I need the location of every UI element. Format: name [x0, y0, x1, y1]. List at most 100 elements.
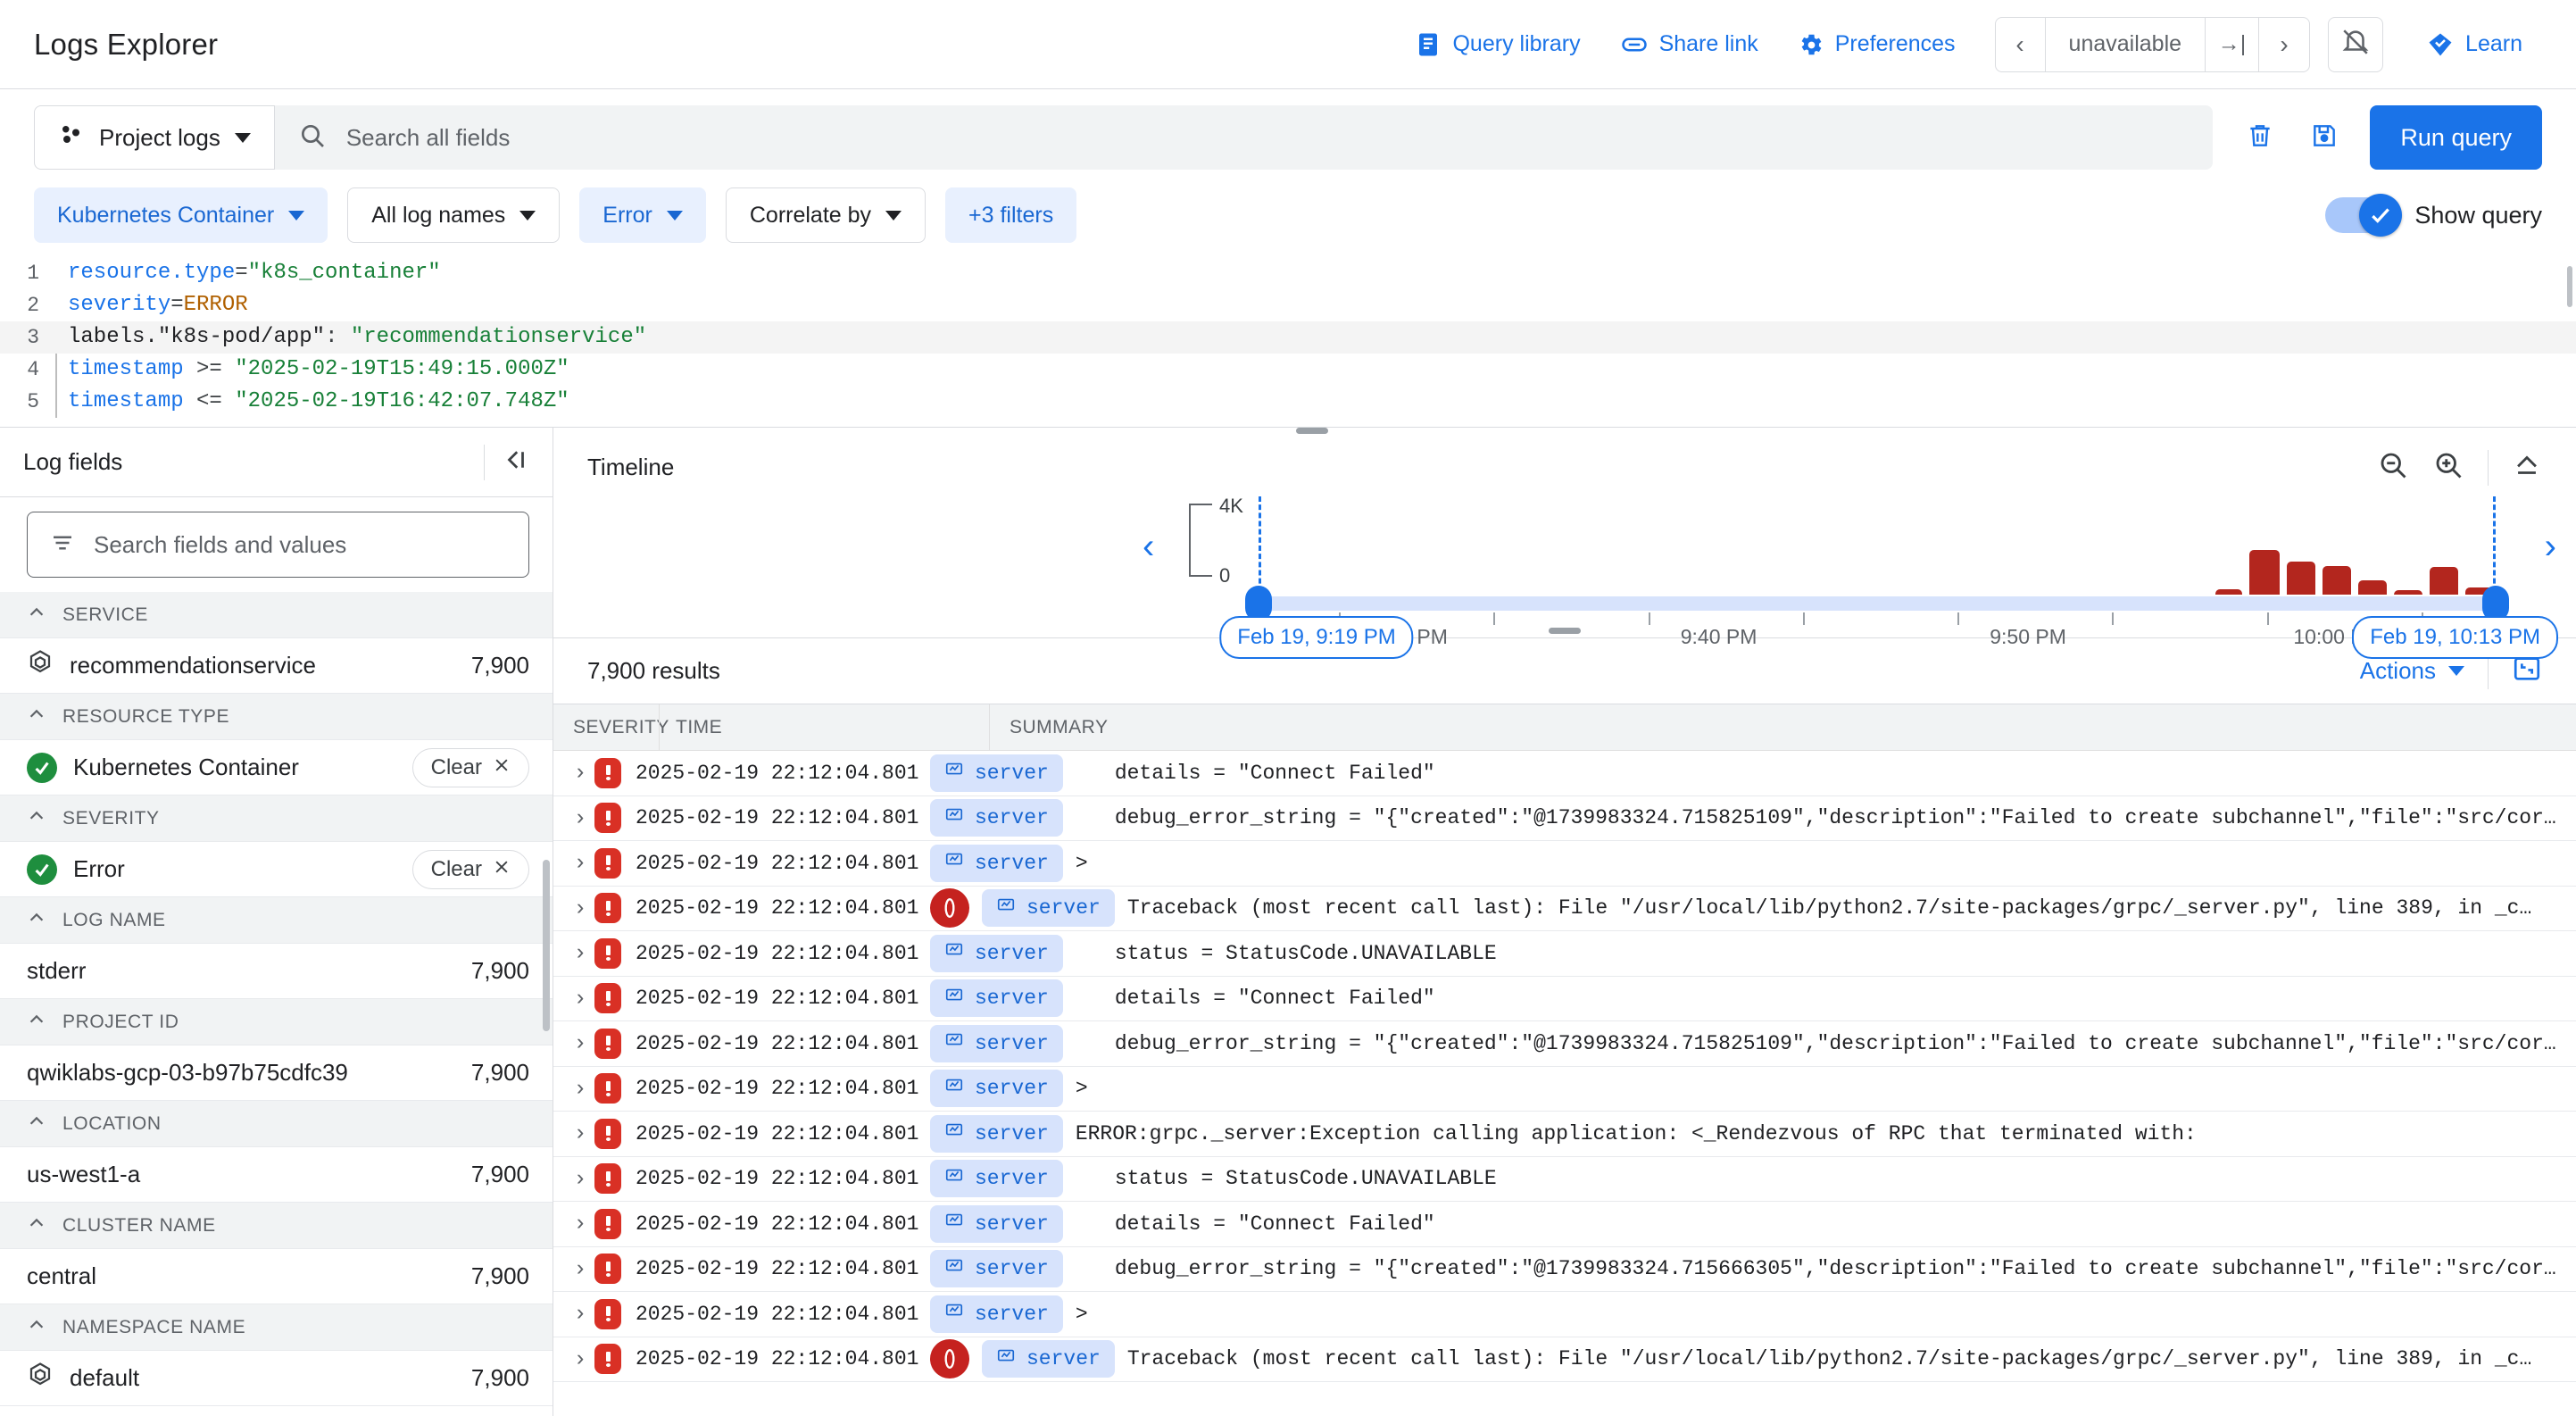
resource-chip[interactable]: server [930, 1070, 1063, 1108]
log-fields-group-header[interactable]: PROJECT ID [0, 999, 553, 1045]
expand-row-icon[interactable]: › [553, 805, 594, 831]
expand-row-icon[interactable]: › [553, 1166, 594, 1192]
query-editor[interactable]: 1 resource.type="k8s_container" 2 severi… [0, 257, 2576, 434]
notifications-off-button[interactable] [2328, 16, 2384, 72]
expand-row-icon[interactable]: › [553, 760, 594, 786]
preferences-button[interactable]: Preferences [1778, 22, 1975, 67]
resource-chip[interactable]: server [930, 1250, 1063, 1288]
table-row[interactable]: › 2025-02-19 22:12:04.801 server details = … [553, 1202, 2576, 1247]
table-row[interactable]: › 2025-02-19 22:12:04.801 server ERROR:grpc… [553, 1112, 2576, 1157]
save-query-button[interactable] [2297, 110, 2352, 165]
learn-button[interactable]: Learn [2406, 22, 2542, 67]
filter-chip-label: All log names [371, 202, 506, 228]
resource-chip[interactable]: server [982, 1340, 1115, 1379]
table-row[interactable]: › 2025-02-19 22:12:04.801 server > [553, 1292, 2576, 1337]
table-row[interactable]: › 2025-02-19 22:12:04.801 server details = … [553, 751, 2576, 796]
log-fields-group-header[interactable]: LOCATION [0, 1101, 553, 1147]
error-reporting-icon[interactable] [930, 1339, 969, 1379]
search-all-fields-input[interactable]: Search all fields [274, 105, 2214, 170]
resource-chip[interactable]: server [930, 1160, 1063, 1198]
log-fields-group-header[interactable]: NAMESPACE NAME [0, 1304, 553, 1351]
filter-chip-more-filters[interactable]: +3 filters [945, 187, 1077, 243]
log-field-row[interactable]: recommendationservice 7,900 [0, 638, 553, 694]
expand-row-icon[interactable]: › [553, 1301, 594, 1327]
zoom-out-icon[interactable] [2377, 449, 2409, 486]
expand-row-icon[interactable]: › [553, 850, 594, 876]
resource-chip[interactable]: server [930, 1114, 1063, 1153]
resource-chip[interactable]: server [930, 934, 1063, 972]
zoom-in-icon[interactable] [2432, 449, 2464, 486]
filter-chip-log-names[interactable]: All log names [347, 187, 561, 243]
table-row[interactable]: › 2025-02-19 22:12:04.801 server status = S… [553, 931, 2576, 977]
table-row[interactable]: › 2025-02-19 22:12:04.801 server debug_erro… [553, 796, 2576, 841]
resource-chip[interactable]: server [930, 1024, 1063, 1062]
table-row[interactable]: › 2025-02-19 22:12:04.801 server debug_erro… [553, 1247, 2576, 1292]
expand-row-icon[interactable]: › [553, 986, 594, 1012]
collapse-left-button[interactable] [484, 444, 529, 480]
error-reporting-icon[interactable] [930, 888, 969, 929]
log-fields-group-header[interactable]: LOG NAME [0, 897, 553, 944]
expand-row-icon[interactable]: › [553, 1211, 594, 1237]
range-end-pill[interactable]: Feb 19, 10:13 PM [2352, 616, 2558, 659]
query-library-button[interactable]: Query library [1395, 22, 1600, 67]
run-query-button[interactable]: Run query [2370, 105, 2542, 170]
filter-chip-resource-type[interactable]: Kubernetes Container [34, 187, 328, 243]
expand-row-icon[interactable]: › [553, 1120, 594, 1146]
log-field-row[interactable]: us-west1-a 7,900 [0, 1147, 553, 1203]
actions-menu-button[interactable]: Actions [2360, 657, 2464, 685]
resource-chip[interactable]: server [930, 799, 1063, 837]
table-row[interactable]: › 2025-02-19 22:12:04.801 server debug_erro… [553, 1021, 2576, 1067]
expand-row-icon[interactable]: › [553, 895, 594, 921]
expand-row-icon[interactable]: › [553, 940, 594, 966]
resource-chip[interactable]: server [930, 1295, 1063, 1333]
share-link-button[interactable]: Share link [1600, 22, 1778, 67]
timeline-range-slider[interactable] [1245, 586, 2509, 621]
table-row[interactable]: › 2025-02-19 22:12:04.801 server status = S… [553, 1157, 2576, 1202]
log-field-row[interactable]: central 7,900 [0, 1249, 553, 1304]
show-query-toggle[interactable] [2325, 194, 2403, 237]
resource-chip[interactable]: server [930, 844, 1063, 882]
timeline-prev-button[interactable]: ‹ [1143, 527, 1154, 567]
log-fields-group-header[interactable]: RESOURCE TYPE [0, 694, 553, 740]
log-fields-group-header[interactable]: SEVERITY [0, 795, 553, 842]
range-start-pill[interactable]: Feb 19, 9:19 PM [1219, 616, 1414, 659]
log-fields-search-input[interactable]: Search fields and values [27, 512, 529, 578]
chevron-up-icon [27, 1315, 46, 1340]
expand-row-icon[interactable]: › [553, 1256, 594, 1282]
timeline-header: Timeline [553, 428, 2576, 486]
pager-next-button[interactable]: › [2259, 18, 2309, 71]
log-field-row[interactable]: stderr 7,900 [0, 944, 553, 999]
resource-chip[interactable]: server [982, 889, 1115, 928]
log-fields-scrollbar[interactable] [543, 860, 550, 1031]
table-row[interactable]: › 2025-02-19 22:12:04.801 server details = … [553, 977, 2576, 1021]
resource-chip[interactable]: server [930, 1204, 1063, 1243]
pager-prev-button[interactable]: ‹ [1996, 17, 2046, 71]
chevron-up-icon [27, 1213, 46, 1238]
expand-row-icon[interactable]: › [553, 1030, 594, 1056]
clear-filter-button[interactable]: Clear [411, 747, 529, 787]
log-field-row[interactable]: Kubernetes Container Clear [0, 740, 553, 795]
log-fields-group-header[interactable]: CLUSTER NAME [0, 1203, 553, 1249]
clear-query-button[interactable] [2232, 110, 2288, 165]
timeline-resize-handle[interactable] [1549, 628, 1581, 634]
expand-row-icon[interactable]: › [553, 1076, 594, 1102]
collapse-up-icon[interactable] [2512, 450, 2542, 485]
expand-row-icon[interactable]: › [553, 1346, 594, 1372]
log-field-row[interactable]: qwiklabs-gcp-03-b97b75cdfc39 7,900 [0, 1045, 553, 1101]
log-field-row[interactable]: default 7,900 [0, 1351, 553, 1406]
log-fields-group-header[interactable]: SERVICE [0, 592, 553, 638]
pager-jump-to-now-button[interactable]: →| [2206, 17, 2260, 71]
editor-scrollbar[interactable] [2567, 266, 2572, 307]
table-row[interactable]: › 2025-02-19 22:12:04.801 server > [553, 1067, 2576, 1112]
clear-filter-button[interactable]: Clear [411, 849, 529, 889]
resource-chip[interactable]: server [930, 754, 1063, 792]
log-field-row[interactable]: Error Clear [0, 842, 553, 897]
resource-chip[interactable]: server [930, 979, 1063, 1018]
table-row[interactable]: › 2025-02-19 22:12:04.801 server Traceback … [553, 1337, 2576, 1382]
table-row[interactable]: › 2025-02-19 22:12:04.801 server > [553, 841, 2576, 887]
timeline-next-button[interactable]: › [2545, 527, 2556, 567]
table-row[interactable]: › 2025-02-19 22:12:04.801 server Traceback … [553, 887, 2576, 931]
scope-selector-button[interactable]: Project logs [34, 105, 275, 170]
filter-chip-correlate-by[interactable]: Correlate by [725, 187, 927, 243]
filter-chip-severity[interactable]: Error [579, 187, 706, 243]
